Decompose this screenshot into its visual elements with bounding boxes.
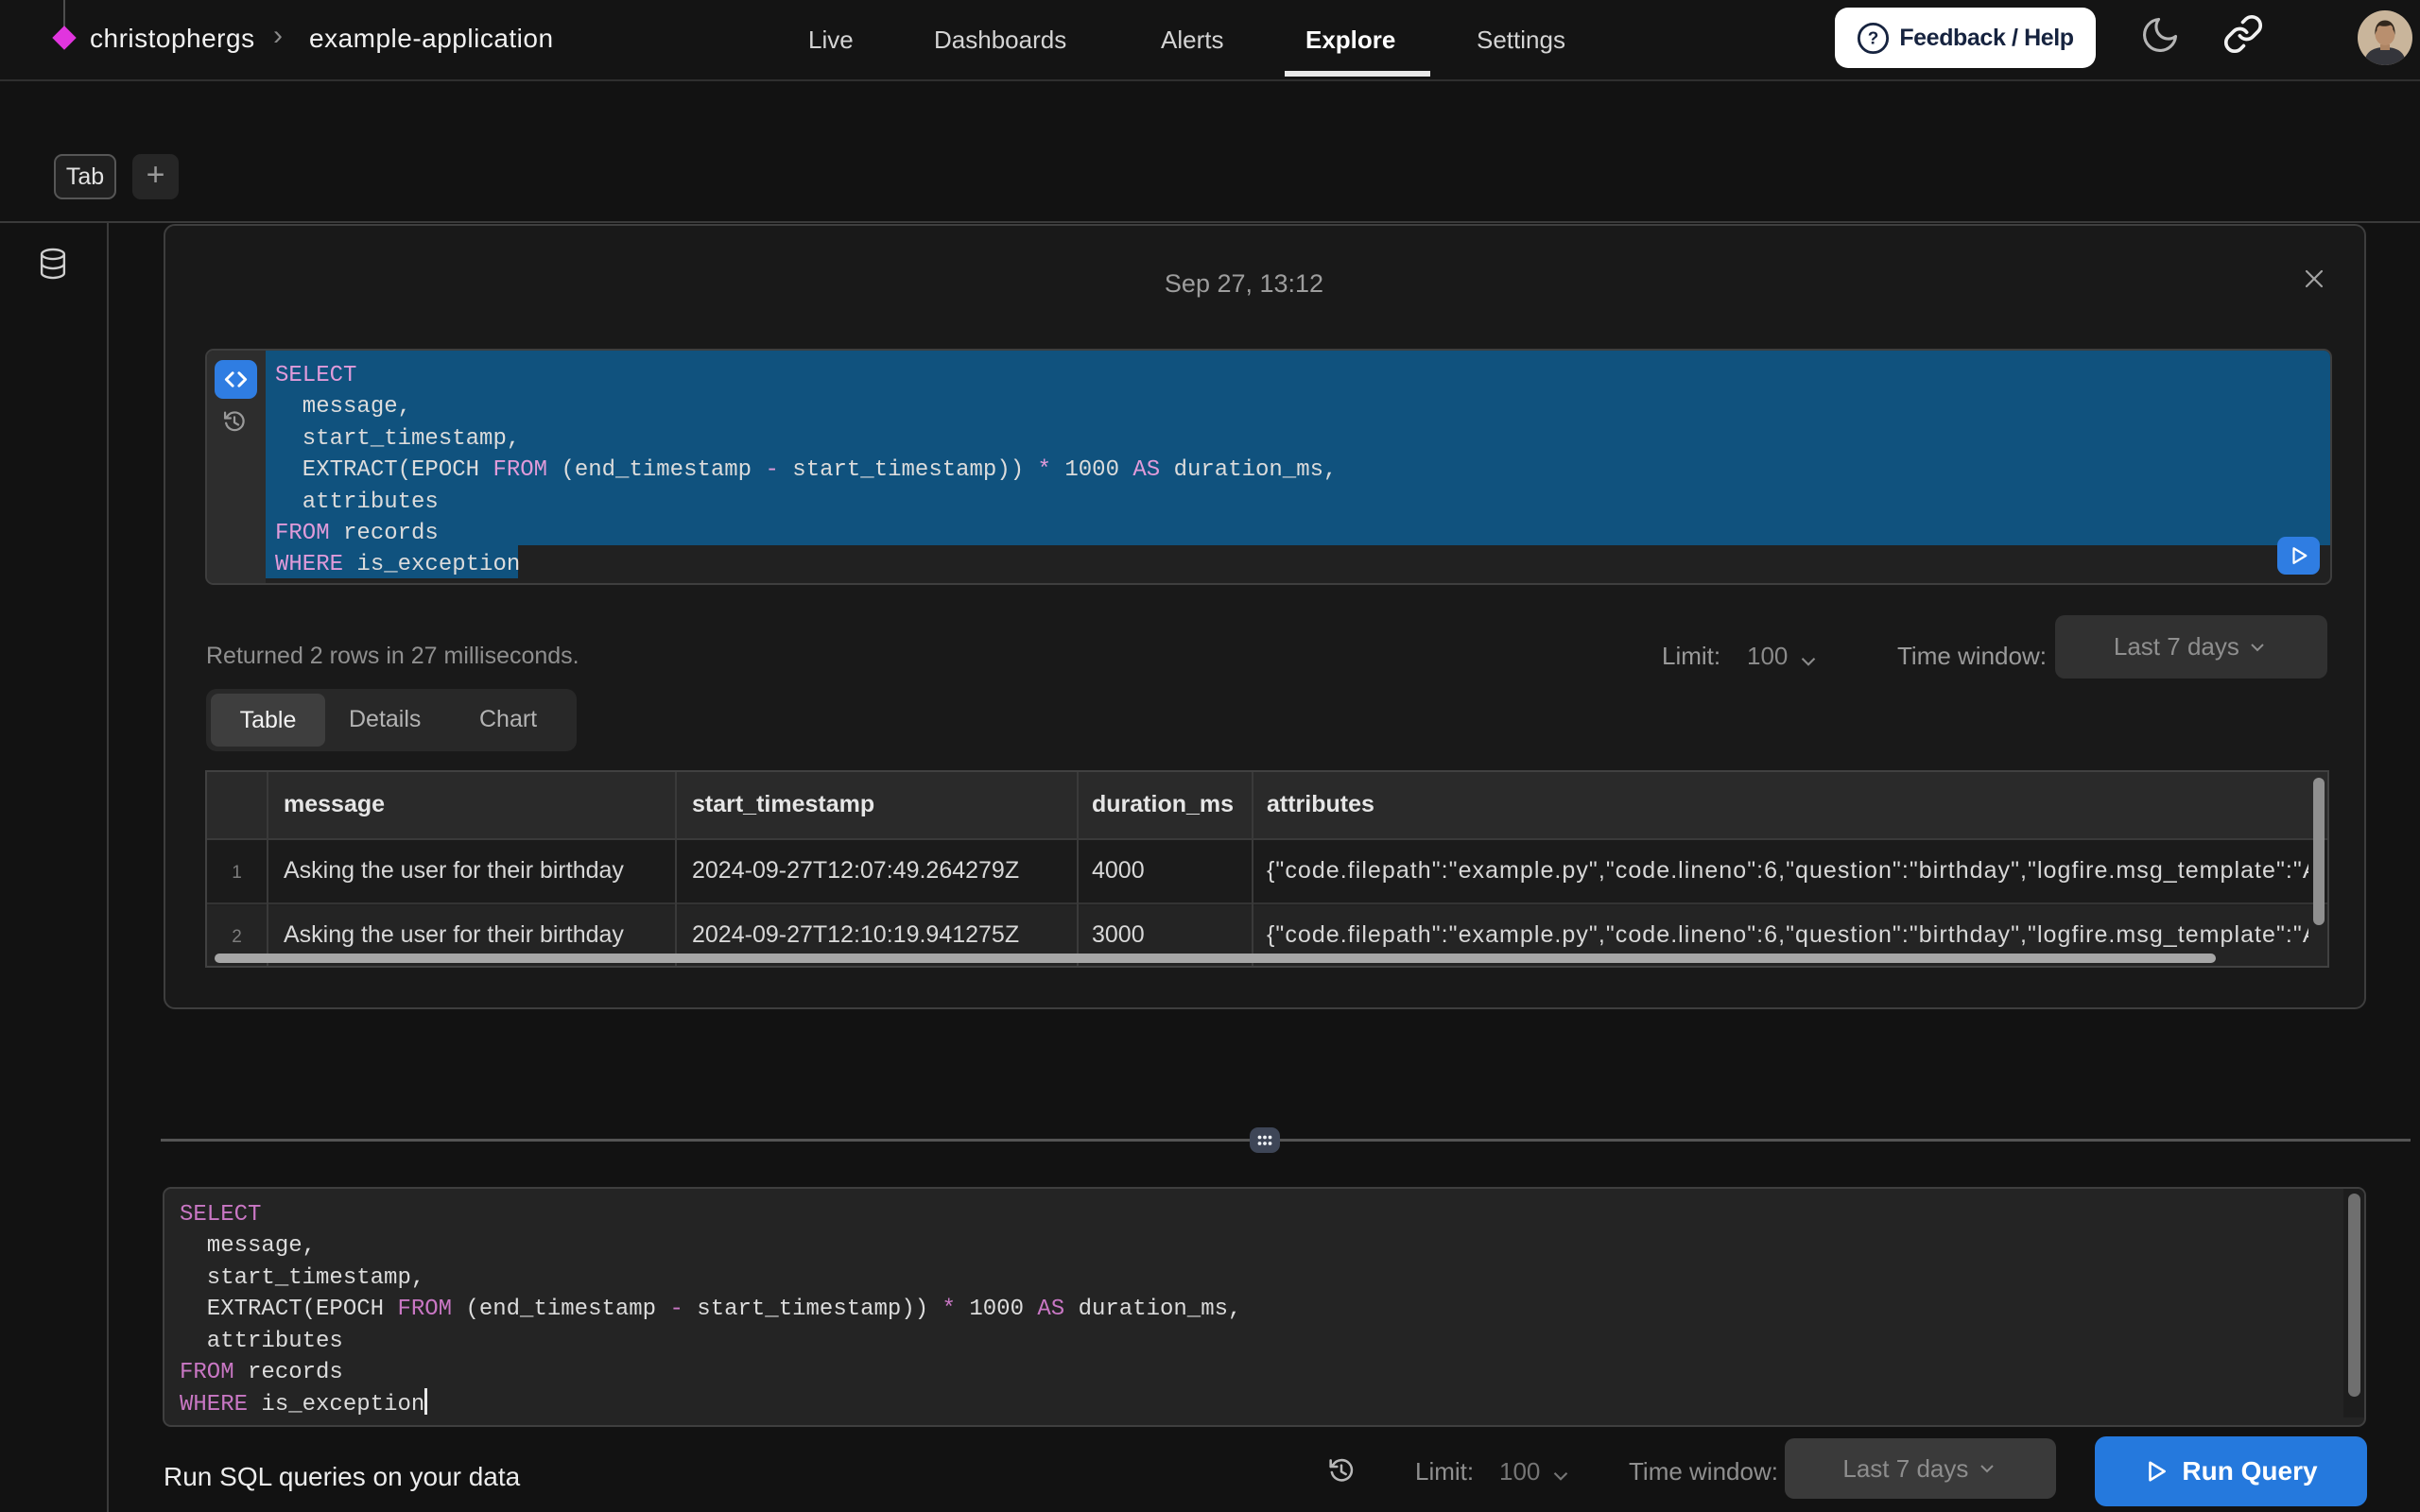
svg-text:?: ?: [1868, 28, 1879, 48]
